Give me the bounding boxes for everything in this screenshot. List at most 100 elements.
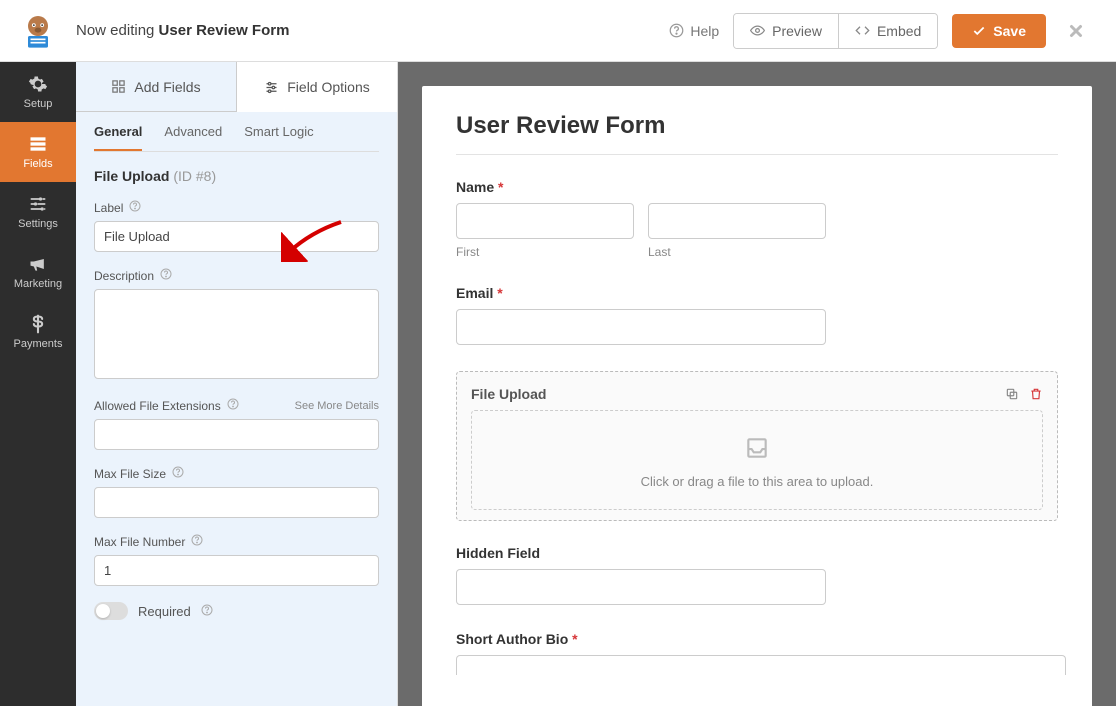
upload-dropzone[interactable]: Click or drag a file to this area to upl… [471, 410, 1043, 510]
trash-icon[interactable] [1029, 387, 1043, 401]
required-label: Required [138, 604, 191, 619]
help-icon[interactable] [227, 398, 239, 413]
check-icon [972, 24, 986, 38]
field-actions [1005, 387, 1043, 401]
row-extensions: Allowed File Extensions See More Details [94, 398, 379, 450]
sidenav-label: Settings [18, 218, 58, 230]
sidenav: Setup Fields Settings Marketing Payments [0, 62, 76, 706]
preview-embed-group: Preview Embed [733, 13, 938, 49]
label-text: Max File Size [94, 467, 166, 481]
bullhorn-icon [28, 254, 48, 274]
embed-label: Embed [877, 23, 921, 39]
sublabel-last: Last [648, 245, 826, 259]
sidenav-item-setup[interactable]: Setup [0, 62, 76, 122]
save-button[interactable]: Save [952, 14, 1046, 48]
panel-body: File Upload (ID #8) Label Description [76, 152, 397, 706]
field-label: Name * [456, 179, 1058, 195]
description-input[interactable] [94, 289, 379, 379]
sublabel-first: First [456, 245, 634, 259]
field-short-bio[interactable]: Short Author Bio * [456, 631, 1058, 675]
app-logo [0, 0, 76, 62]
form-title: User Review Form [456, 112, 1058, 155]
required-asterisk: * [498, 179, 503, 195]
help-icon [669, 23, 684, 38]
last-name-input[interactable] [648, 203, 826, 239]
inbox-icon [742, 435, 772, 461]
preview-button[interactable]: Preview [734, 14, 838, 48]
panel-tabs: Add Fields Field Options [76, 62, 397, 112]
help-icon[interactable] [129, 200, 141, 215]
help-icon[interactable] [201, 604, 213, 619]
max-number-input[interactable] [94, 555, 379, 586]
help-icon[interactable] [172, 466, 184, 481]
field-subtabs: General Advanced Smart Logic [76, 112, 397, 151]
duplicate-icon[interactable] [1005, 387, 1019, 401]
embed-button[interactable]: Embed [838, 14, 937, 48]
help-icon[interactable] [160, 268, 172, 283]
dropzone-text: Click or drag a file to this area to upl… [482, 474, 1032, 489]
row-max-size: Max File Size [94, 466, 379, 518]
row-label: Label [94, 200, 379, 252]
help-icon[interactable] [191, 534, 203, 549]
left-panel: Add Fields Field Options General Advance… [76, 62, 398, 706]
row-description: Description [94, 268, 379, 382]
label-text: Allowed File Extensions [94, 399, 221, 413]
sidenav-label: Marketing [14, 278, 62, 290]
sidenav-label: Payments [14, 338, 63, 350]
tab-field-options[interactable]: Field Options [237, 62, 397, 112]
required-asterisk: * [497, 285, 502, 301]
topbar: Now editing User Review Form Help Previe… [0, 0, 1116, 62]
preview-label: Preview [772, 23, 822, 39]
see-more-details-link[interactable]: See More Details [295, 400, 379, 412]
code-icon [855, 23, 870, 38]
form-canvas: User Review Form Name * First Last [398, 62, 1116, 706]
required-asterisk: * [572, 631, 577, 647]
save-label: Save [993, 23, 1026, 39]
subtab-smart-logic[interactable]: Smart Logic [244, 124, 313, 151]
dollar-icon [28, 314, 48, 334]
eye-icon [750, 23, 765, 38]
required-toggle[interactable] [94, 602, 128, 620]
sidenav-item-payments[interactable]: Payments [0, 302, 76, 362]
field-label: Short Author Bio * [456, 631, 1058, 647]
label-input[interactable] [94, 221, 379, 252]
upload-label: File Upload [471, 386, 546, 402]
field-email[interactable]: Email * [456, 285, 1058, 345]
field-label: Email * [456, 285, 1058, 301]
help-link[interactable]: Help [669, 23, 719, 39]
field-header: File Upload (ID #8) [94, 168, 379, 184]
row-required: Required [94, 602, 379, 620]
field-file-upload-selected[interactable]: File Upload Click or drag a file to this… [456, 371, 1058, 521]
tab-add-fields[interactable]: Add Fields [76, 62, 237, 112]
tab-label: Field Options [287, 79, 369, 95]
sidenav-label: Fields [23, 158, 52, 170]
gear-icon [28, 74, 48, 94]
field-label: Hidden Field [456, 545, 1058, 561]
form-card: User Review Form Name * First Last [422, 86, 1092, 706]
subtab-advanced[interactable]: Advanced [164, 124, 222, 151]
tab-label: Add Fields [134, 79, 200, 95]
extensions-input[interactable] [94, 419, 379, 450]
sidenav-item-marketing[interactable]: Marketing [0, 242, 76, 302]
sidenav-label: Setup [24, 98, 53, 110]
hidden-input[interactable] [456, 569, 826, 605]
first-name-input[interactable] [456, 203, 634, 239]
label-text: Label [94, 201, 123, 215]
editing-form-name: User Review Form [159, 22, 290, 39]
row-max-number: Max File Number [94, 534, 379, 586]
form-icon [28, 134, 48, 154]
sidenav-item-settings[interactable]: Settings [0, 182, 76, 242]
editing-title: Now editing User Review Form [76, 22, 289, 39]
field-hidden[interactable]: Hidden Field [456, 545, 1058, 605]
editing-prefix: Now editing [76, 22, 159, 39]
max-size-input[interactable] [94, 487, 379, 518]
email-input[interactable] [456, 309, 826, 345]
field-name[interactable]: Name * First Last [456, 179, 1058, 259]
subtab-general[interactable]: General [94, 124, 142, 151]
close-icon [1067, 22, 1085, 40]
help-label: Help [690, 23, 719, 39]
label-text: Description [94, 269, 154, 283]
close-button[interactable] [1054, 22, 1098, 40]
bio-input[interactable] [456, 655, 1066, 675]
sidenav-item-fields[interactable]: Fields [0, 122, 76, 182]
